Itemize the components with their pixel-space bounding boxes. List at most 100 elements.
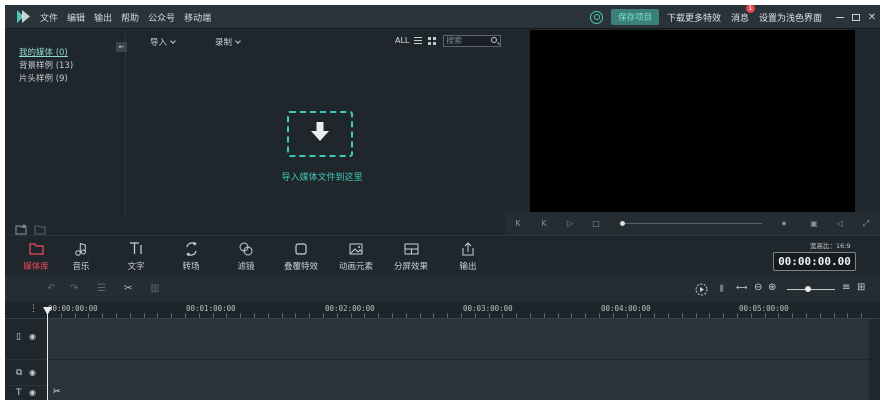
import-dropdown[interactable]: 导入 <box>150 36 176 48</box>
ruler-tick <box>750 313 752 318</box>
undo-icon[interactable]: ↶ <box>47 283 55 294</box>
tab-label: 媒体库 <box>23 262 49 272</box>
delete-icon[interactable]: ▥ <box>150 283 159 294</box>
snapshot-icon[interactable]: ▣ <box>801 219 827 228</box>
redo-icon[interactable]: ↷ <box>70 283 78 294</box>
close-button[interactable]: ✕ <box>864 5 880 29</box>
ruler-tick <box>143 313 145 318</box>
playhead[interactable] <box>47 307 48 400</box>
ruler-label: 00:01:00:00 <box>186 304 236 313</box>
render-preview-icon[interactable] <box>695 283 708 296</box>
account-icon[interactable] <box>589 10 603 24</box>
zoom-out-icon[interactable]: ⊖ <box>754 282 762 293</box>
tab-media-library[interactable]: 媒体库 <box>11 240 61 272</box>
menu-mobile[interactable]: 移动端 <box>184 11 211 24</box>
zoom-slider-handle[interactable] <box>805 286 811 292</box>
download-arrow-icon <box>311 122 329 141</box>
grid-layout-icon[interactable]: ⊞ <box>857 282 865 293</box>
text-track[interactable]: ✂ <box>47 387 869 400</box>
video-track-icon: ▯ <box>16 332 21 342</box>
record-dropdown[interactable]: 录制 <box>215 36 241 48</box>
folder-icon <box>28 242 44 255</box>
ruler-tick <box>102 313 104 318</box>
zoom-in-icon[interactable]: ⊕ <box>768 282 776 293</box>
minimize-button[interactable] <box>832 5 848 29</box>
ruler-tick <box>681 313 683 318</box>
ruler-tick <box>254 313 255 318</box>
search-input[interactable]: 搜索 <box>443 35 501 47</box>
ruler-tick <box>323 313 324 318</box>
ruler-tick <box>198 313 200 318</box>
import-drop-zone[interactable] <box>287 111 353 157</box>
minimize-icon <box>836 16 844 18</box>
save-project-button[interactable]: 保存项目 <box>610 9 659 25</box>
tab-transition[interactable]: 转场 <box>166 240 216 272</box>
menu-export[interactable]: 输出 <box>94 11 112 24</box>
eye-icon[interactable]: ◉ <box>29 368 36 377</box>
sidebar-item-intro-samples[interactable]: 片头样例 (9) <box>19 72 68 84</box>
audio-mixer-icon[interactable]: ⫼ <box>720 284 724 294</box>
video-track[interactable] <box>47 319 869 359</box>
tab-split-screen[interactable]: 分屏效果 <box>386 240 436 272</box>
messages-button[interactable]: 消息 1 <box>730 5 755 24</box>
search-placeholder: 搜索 <box>446 36 462 45</box>
microphone-icon[interactable]: ⏺ <box>771 219 797 229</box>
scrubber-handle[interactable] <box>620 221 625 226</box>
overlay-track[interactable] <box>47 360 869 387</box>
tab-export[interactable]: 输出 <box>443 240 493 272</box>
adjust-icon[interactable]: ☰ <box>97 283 106 294</box>
eye-icon[interactable]: ◉ <box>29 332 36 341</box>
ruler-tick <box>378 313 380 318</box>
collapse-sidebar-button[interactable]: ← <box>116 42 127 52</box>
menu-help[interactable]: 帮助 <box>121 11 139 24</box>
maximize-button[interactable] <box>848 5 864 29</box>
eye-icon[interactable]: ◉ <box>29 388 36 397</box>
fit-timeline-icon[interactable]: ⟷ <box>736 283 747 292</box>
maximize-icon <box>852 13 860 21</box>
add-folder-icon[interactable] <box>15 224 27 235</box>
tab-label: 文字 <box>127 262 145 272</box>
timeline-ruler[interactable]: ⋮ 00:00:00:00 00:01:00:00 00:02:00:00 00… <box>5 302 880 319</box>
tab-filter[interactable]: 滤镜 <box>221 240 271 272</box>
step-back-icon[interactable]: K <box>531 219 557 228</box>
search-icon[interactable] <box>491 37 497 43</box>
fullscreen-icon[interactable]: ⤢ <box>853 219 879 229</box>
stop-icon[interactable]: □ <box>583 219 609 228</box>
tab-elements[interactable]: 动画元素 <box>331 240 381 272</box>
messages-badge: 1 <box>745 5 755 13</box>
preview-controls: K K ▷ □ ⏺ ▣ ◁ ⤢ <box>505 212 880 235</box>
ruler-tick <box>640 313 642 318</box>
tab-overlay[interactable]: 叠覆特效 <box>276 240 326 272</box>
list-view-icon[interactable] <box>414 37 422 44</box>
messages-label: 消息 <box>730 13 749 24</box>
chevron-down-icon <box>235 38 241 44</box>
grid-view-icon[interactable] <box>428 37 436 45</box>
play-icon[interactable]: ▷ <box>557 219 583 228</box>
ruler-tick <box>129 313 131 318</box>
sidebar-item-background-samples[interactable]: 背景样例 (13) <box>19 59 73 71</box>
menu-lines-icon[interactable]: ≡ <box>842 282 850 293</box>
tab-text[interactable]: 文字 <box>111 240 161 272</box>
menu-edit[interactable]: 编辑 <box>67 11 85 24</box>
volume-icon[interactable]: ◁ <box>827 219 853 228</box>
ruler-tick <box>557 313 559 318</box>
cut-icon[interactable]: ✂ <box>124 283 132 294</box>
download-effects-link[interactable]: 下载更多特效 <box>667 11 721 24</box>
remove-folder-icon[interactable] <box>34 224 46 235</box>
arrow-left-icon: ← <box>118 43 125 51</box>
preview-scrubber[interactable] <box>622 223 762 224</box>
sidebar-item-my-media[interactable]: 我的媒体 (0) <box>19 46 68 58</box>
tab-label: 转场 <box>182 262 200 272</box>
filter-all-button[interactable]: ALL <box>395 36 409 45</box>
ruler-tick <box>543 313 545 318</box>
light-theme-link[interactable]: 设置为浅色界面 <box>759 11 822 24</box>
export-icon <box>462 241 474 255</box>
media-library: 导入 录制 ALL 搜索 导入媒体文件到这里 <box>127 30 504 215</box>
zoom-slider[interactable] <box>787 289 835 290</box>
aspect-ratio-label[interactable]: 宽高比：16:9 <box>810 240 851 250</box>
snap-icon[interactable]: ⋮ <box>29 304 38 314</box>
menu-file[interactable]: 文件 <box>40 11 58 24</box>
tab-music[interactable]: 音乐 <box>56 240 106 272</box>
skip-back-icon[interactable]: K <box>505 219 531 228</box>
menu-official-account[interactable]: 公众号 <box>148 11 175 24</box>
